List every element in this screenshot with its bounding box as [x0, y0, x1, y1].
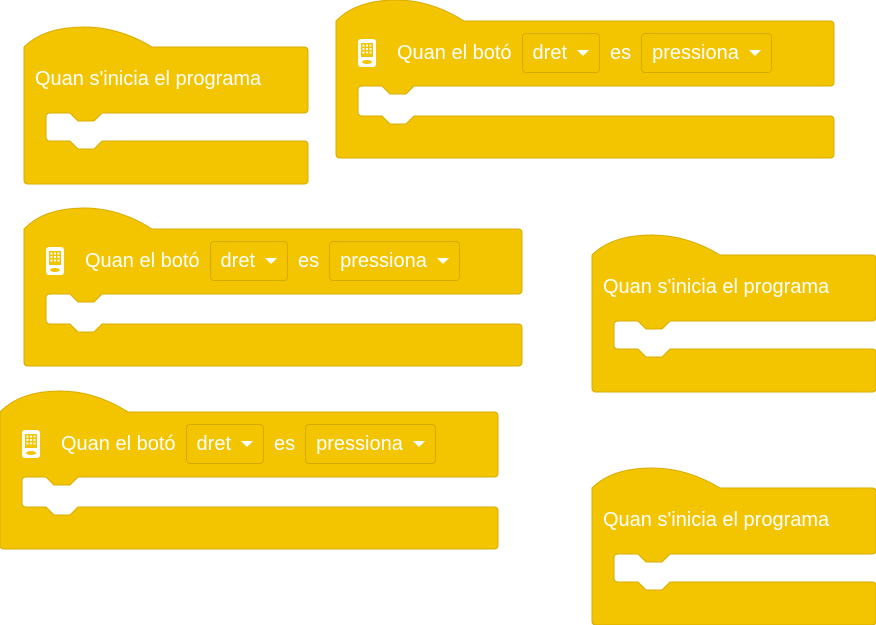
block-shape — [23, 26, 309, 185]
button-block-1[interactable]: Quan el botó dret es pressiona — [335, 0, 835, 159]
block-shape — [0, 390, 499, 550]
hub-icon — [358, 39, 376, 67]
state-dropdown[interactable]: pressiona — [641, 33, 772, 73]
es-label: es — [298, 249, 320, 272]
caret-down-icon — [265, 258, 277, 264]
button-block-2[interactable]: Quan el botó dret es pressiona — [23, 207, 523, 367]
caret-down-icon — [436, 258, 449, 264]
state-dropdown[interactable]: pressiona — [305, 424, 436, 464]
button-dropdown-value: dret — [532, 41, 567, 64]
es-label: es — [610, 41, 632, 64]
button-block-label: Quan el botó — [61, 432, 176, 455]
start-block-label: Quan s'inicia el programa — [35, 67, 262, 90]
button-block-3[interactable]: Quan el botó dret es pressiona — [0, 390, 499, 550]
start-block-1[interactable]: Quan s'inicia el programa — [23, 26, 309, 185]
state-dropdown-value: pressiona — [316, 432, 403, 455]
button-dropdown[interactable]: dret — [209, 241, 288, 281]
start-block-3[interactable]: Quan s'inicia el programa — [591, 467, 876, 625]
state-dropdown[interactable]: pressiona — [329, 241, 460, 281]
block-shape — [591, 467, 876, 625]
button-block-label: Quan el botó — [397, 41, 512, 64]
state-dropdown-value: pressiona — [652, 41, 739, 64]
button-block-label: Quan el botó — [85, 249, 200, 272]
button-dropdown-value: dret — [220, 249, 255, 272]
button-dropdown-value: dret — [196, 432, 231, 455]
button-dropdown[interactable]: dret — [521, 33, 600, 73]
caret-down-icon — [577, 50, 589, 56]
caret-down-icon — [241, 441, 253, 447]
hub-icon — [46, 247, 64, 275]
caret-down-icon — [412, 441, 425, 447]
hub-icon — [22, 430, 40, 458]
start-block-label: Quan s'inicia el programa — [603, 275, 830, 298]
block-shape — [335, 0, 835, 159]
block-shape — [23, 207, 523, 367]
start-block-2[interactable]: Quan s'inicia el programa — [591, 234, 876, 393]
es-label: es — [274, 432, 296, 455]
state-dropdown-value: pressiona — [340, 249, 427, 272]
block-shape — [591, 234, 876, 393]
button-dropdown[interactable]: dret — [185, 424, 264, 464]
caret-down-icon — [748, 50, 761, 56]
start-block-label: Quan s'inicia el programa — [603, 508, 830, 531]
